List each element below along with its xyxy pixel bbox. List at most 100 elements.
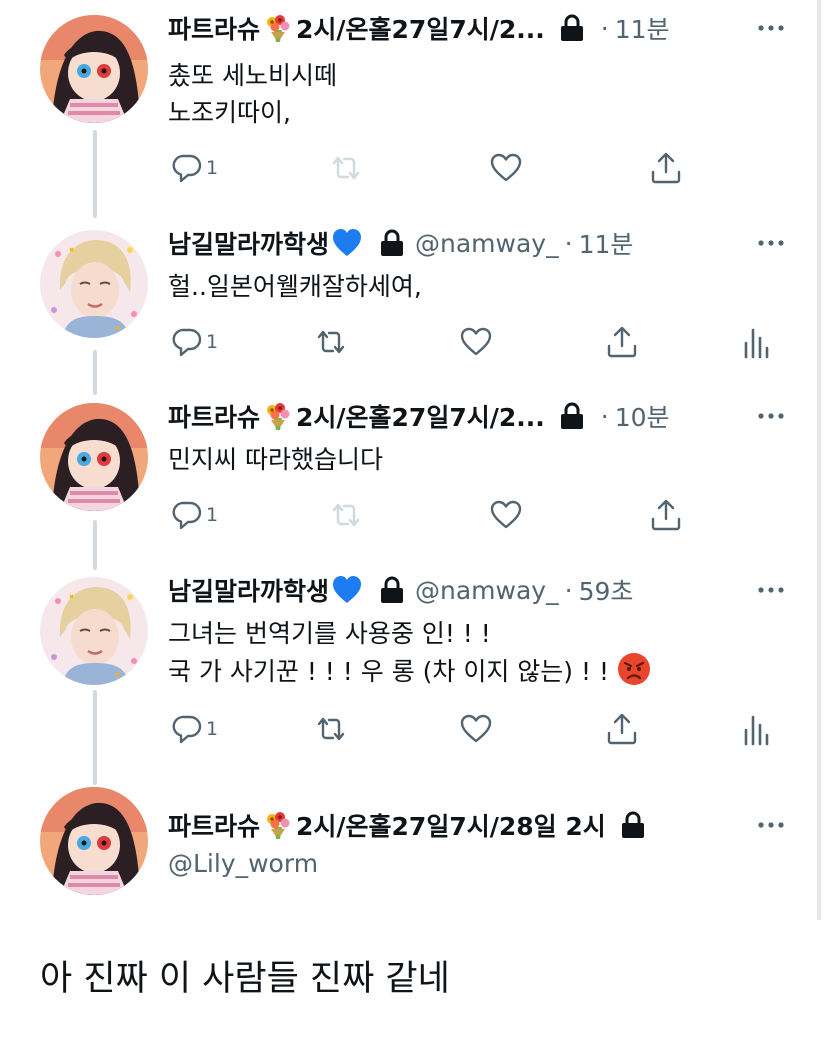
share-button[interactable] [604, 709, 640, 749]
analytics-button[interactable] [739, 322, 775, 362]
lock-icon [559, 14, 585, 42]
lock-icon [379, 229, 405, 257]
tweet[interactable]: 파트라슈 2시/온홀27일7시/2... · 10분 민지씨 따라했습니다 1 [0, 388, 827, 558]
reply-button[interactable]: 1 [168, 322, 218, 362]
display-name[interactable]: 남길말라까학생 [168, 225, 329, 261]
tweet-text-line: 민지씨 따라했습니다 [168, 445, 383, 474]
analytics-button[interactable] [739, 709, 775, 749]
avatar[interactable] [40, 787, 148, 895]
share-icon [648, 150, 684, 186]
more-icon[interactable] [753, 580, 789, 600]
tweet-text-line: 헐..일본어웰캐잘하세여, [168, 272, 422, 301]
tweet-text-line: 그녀는 번역기를 사용중 인! ! ! [168, 619, 491, 648]
share-button[interactable] [648, 495, 684, 535]
reply-button[interactable]: 1 [168, 148, 218, 188]
tweet[interactable]: 파트라슈 2시/온홀27일7시/28일 2시 @Lily_worm [0, 787, 827, 897]
tweet-text-line: 노조키따이, [168, 98, 291, 127]
timestamp[interactable]: 59초 [579, 572, 634, 608]
like-button[interactable] [458, 322, 494, 362]
tweet-text-line-with-emoji: 국 가 사기꾼 ! ! ! 우 롱 (차 이지 않는) ! ! [168, 652, 651, 690]
tweet-header: 파트라슈 2시/온홀27일7시/2... · 10분 [168, 396, 757, 436]
display-name[interactable]: 파트라슈 [168, 398, 260, 434]
reply-count: 1 [206, 331, 219, 353]
like-icon [458, 711, 494, 747]
reply-button[interactable]: 1 [168, 709, 218, 749]
tweet-text: 그녀는 번역기를 사용중 인! ! ! 국 가 사기꾼 ! ! ! 우 롱 (차… [168, 615, 651, 690]
bouquet-emoji [262, 400, 294, 432]
handle[interactable]: @namway_ [415, 576, 559, 605]
retweet-icon [328, 497, 364, 533]
like-button[interactable] [458, 709, 494, 749]
like-icon [458, 324, 494, 360]
blue-heart-emoji [331, 574, 363, 606]
retweet-button [328, 148, 364, 188]
reply-icon [168, 324, 204, 360]
like-button[interactable] [488, 495, 524, 535]
share-icon [604, 711, 640, 747]
display-name[interactable]: 파트라슈 [168, 807, 260, 843]
retweet-button [328, 495, 364, 535]
tweet[interactable]: 남길말라까학생 @namway_ · 59초 그녀는 번역기를 사용중 인! !… [0, 562, 827, 777]
display-name[interactable]: 파트라슈 [168, 10, 260, 46]
tweet-header: 파트라슈 2시/온홀27일7시/2... · 11분 [168, 8, 757, 48]
bouquet-emoji [262, 809, 294, 841]
tweet-text: 촜또 세노비시떼 노조키따이, [168, 57, 337, 131]
display-name-suffix[interactable]: 2시/온홀27일7시/2... [296, 10, 545, 46]
comment-caption: 아 진짜 이 사람들 진짜 같네 [40, 959, 450, 999]
retweet-icon [313, 324, 349, 360]
retweet-icon [313, 711, 349, 747]
handle[interactable]: @namway_ [415, 229, 559, 258]
avatar[interactable] [40, 403, 148, 511]
more-icon[interactable] [753, 815, 789, 835]
analytics-icon [739, 711, 775, 747]
reply-icon [168, 497, 204, 533]
timestamp[interactable]: 11분 [615, 10, 670, 46]
tweet[interactable]: 파트라슈 2시/온홀27일7시/2... · 11분 촜또 세노비시떼 노조키따… [0, 0, 827, 210]
tweet[interactable]: 남길말라까학생 @namway_ · 11분 헐..일본어웰캐잘하세여, 1 [0, 215, 827, 385]
tweet-header: 남길말라까학생 @namway_ · 59초 [168, 570, 757, 610]
like-icon [488, 497, 524, 533]
share-button[interactable] [648, 148, 684, 188]
timestamp[interactable]: 11분 [579, 225, 634, 261]
retweet-icon [328, 150, 364, 186]
tweet-header: 파트라슈 2시/온홀27일7시/28일 2시 [168, 805, 757, 845]
display-name-suffix[interactable]: 2시/온홀27일7시/28일 2시 [296, 807, 606, 843]
more-icon[interactable] [753, 18, 789, 38]
display-name[interactable]: 남길말라까학생 [168, 572, 329, 608]
more-icon[interactable] [753, 406, 789, 426]
share-button[interactable] [604, 322, 640, 362]
display-name-suffix[interactable]: 2시/온홀27일7시/2... [296, 398, 545, 434]
reply-count: 1 [206, 718, 219, 740]
retweet-button[interactable] [313, 709, 349, 749]
reply-icon [168, 150, 204, 186]
lock-icon [559, 402, 585, 430]
bouquet-emoji [262, 12, 294, 44]
tweet-header: 남길말라까학생 @namway_ · 11분 [168, 223, 757, 263]
tweet-text-line: 촜또 세노비시떼 [168, 61, 337, 90]
like-icon [488, 150, 524, 186]
separator: · [600, 401, 609, 431]
tweet-text: 민지씨 따라했습니다 [168, 441, 383, 478]
retweet-button[interactable] [313, 322, 349, 362]
separator: · [600, 13, 609, 43]
avatar[interactable] [40, 230, 148, 338]
reply-button[interactable]: 1 [168, 495, 218, 535]
reply-icon [168, 711, 204, 747]
timestamp[interactable]: 10분 [615, 398, 670, 434]
lock-icon [620, 811, 646, 839]
tweet-text-line: 국 가 사기꾼 ! ! ! 우 롱 (차 이지 않는) ! ! [168, 657, 609, 686]
analytics-icon [739, 324, 775, 360]
angry-face-emoji [617, 652, 651, 686]
like-button[interactable] [488, 148, 524, 188]
avatar[interactable] [40, 577, 148, 685]
share-icon [604, 324, 640, 360]
lock-icon [379, 576, 405, 604]
blue-heart-emoji [331, 227, 363, 259]
separator: · [564, 228, 573, 258]
tweet-text: 헐..일본어웰캐잘하세여, [168, 268, 422, 305]
more-icon[interactable] [753, 233, 789, 253]
handle[interactable]: @Lily_worm [168, 845, 318, 882]
reply-count: 1 [206, 157, 219, 179]
avatar[interactable] [40, 15, 148, 123]
separator: · [564, 575, 573, 605]
